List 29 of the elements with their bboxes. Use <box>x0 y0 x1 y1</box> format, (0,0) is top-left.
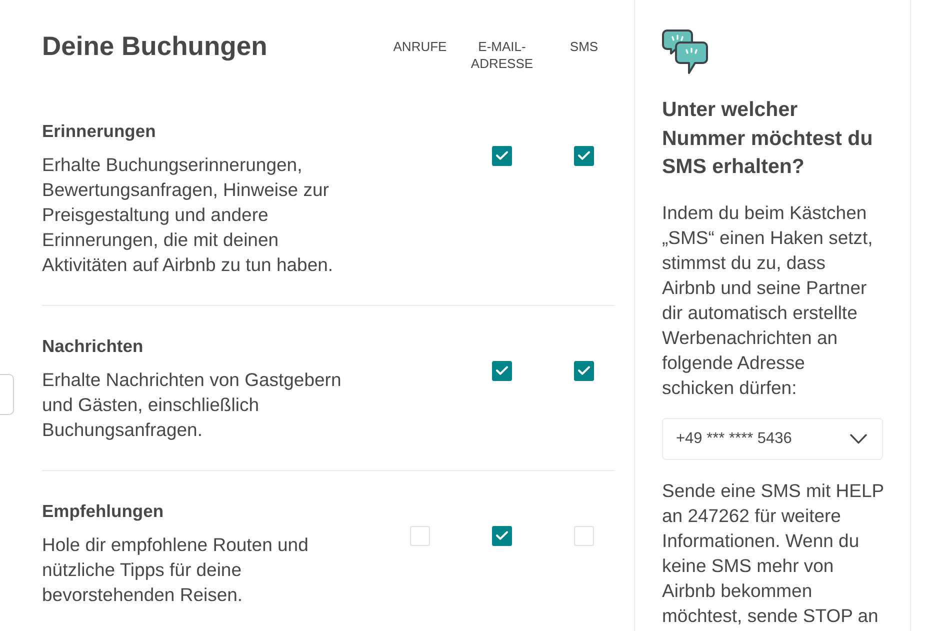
chat-bubbles-icon <box>662 29 708 75</box>
help-text: Sende eine SMS mit HELP an 247262 für weitere Informationen. Wenn du keine SMS mehr von Airbnb bekommen möchtest, sende STOP an <box>662 479 885 628</box>
panel-heading: Unter welcher Nummer möchtest du SMS erhalten? <box>662 97 874 180</box>
checkbox[interactable] <box>574 360 594 380</box>
category-title: Nachrichten <box>42 334 144 356</box>
section-title: Deine Buchungen <box>42 30 268 62</box>
checkmark-icon <box>496 531 508 540</box>
checkmark-icon <box>578 366 590 375</box>
checkbox[interactable] <box>574 146 594 166</box>
checkbox[interactable] <box>410 526 430 546</box>
checkmark-icon <box>496 366 508 375</box>
column-header: E-MAIL-ADRESSE <box>470 38 534 72</box>
category-description: Erhalte Nachrichten von Gastgebern und Gästen, einschließlich Buchungsanfragen. <box>42 368 342 442</box>
checkmark-icon <box>496 151 508 160</box>
column-header: ANRUFE <box>393 38 447 55</box>
column-header: SMS <box>570 38 598 55</box>
category-description: Erhalte Buchungserinnerungen, Bewertungsanfragen, Hinweise zur Preisgestaltung und andere Erinnerungen, die mit deinen Aktivitäten auf Airbnb zu tun haben. <box>42 153 334 277</box>
category-title: Erinnerungen <box>42 120 156 142</box>
checkmark-icon <box>578 151 590 160</box>
checkbox[interactable] <box>574 526 594 546</box>
checkbox[interactable] <box>492 526 512 546</box>
checkbox[interactable] <box>492 360 512 380</box>
consent-text: Indem du beim Kästchen „SMS“ einen Haken setzt, stimmst du zu, dass Airbnb und seine Partner dir automatisch erstellte Werbenachrichten an folgende Adresse schicken dürfen: <box>662 200 874 400</box>
checkbox[interactable] <box>492 146 512 166</box>
phone-select[interactable]: +49 *** **** 5436 <box>662 418 883 460</box>
partial-frame <box>0 374 14 415</box>
category-title: Empfehlungen <box>42 500 164 522</box>
chevron-down-icon <box>850 434 867 444</box>
category-description: Hole dir empfohlene Routen und nützliche Tipps für deine bevorstehenden Reisen. <box>42 533 310 607</box>
